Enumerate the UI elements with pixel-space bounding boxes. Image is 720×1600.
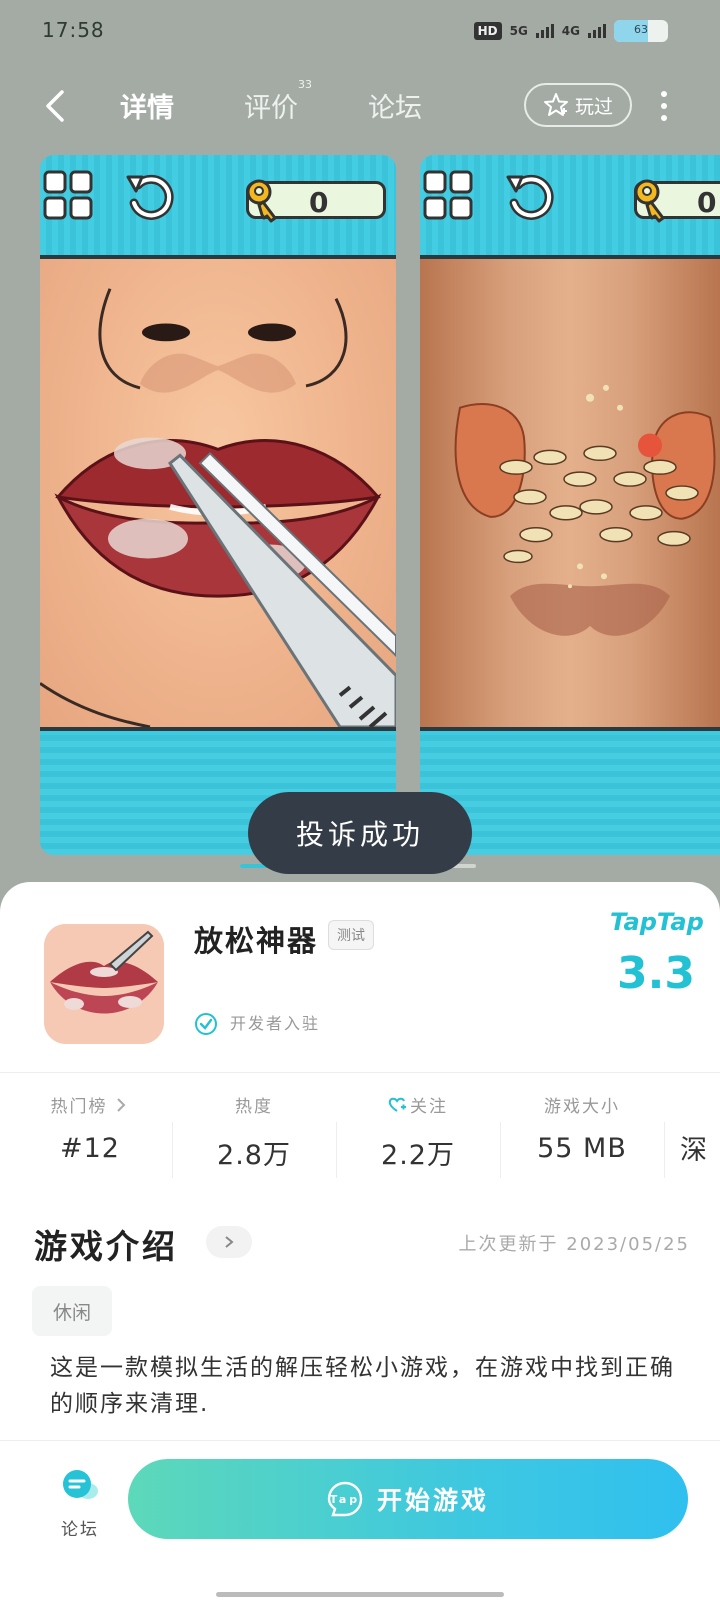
top-nav: 详情 评价 33 论坛 玩过 bbox=[0, 70, 720, 140]
developer-label[interactable]: 开发者入驻 bbox=[230, 1010, 320, 1034]
chevron-left-icon bbox=[46, 90, 64, 122]
stat-ranking[interactable]: 热门榜 #12 bbox=[8, 1092, 172, 1164]
battery-icon: 63 bbox=[614, 20, 668, 42]
chevron-right-icon bbox=[225, 1236, 234, 1248]
stat-value: #12 bbox=[60, 1133, 120, 1164]
last-updated: 上次更新于 2023/05/25 bbox=[458, 1234, 690, 1255]
stat-value: 55 MB bbox=[537, 1133, 627, 1164]
more-dot-icon bbox=[661, 103, 667, 109]
stat-value: 深 bbox=[680, 1135, 708, 1166]
tab-forum[interactable]: 论坛 bbox=[368, 86, 422, 125]
key-icon bbox=[246, 179, 277, 223]
test-badge: 测试 bbox=[328, 920, 374, 950]
lips-app-icon-image bbox=[44, 924, 164, 1044]
key-count: 0 bbox=[309, 186, 329, 219]
battery-level: 63 bbox=[634, 23, 648, 36]
rating-score[interactable]: 3.3 bbox=[617, 948, 695, 999]
nose-scene bbox=[420, 259, 720, 731]
home-indicator bbox=[216, 1592, 504, 1597]
status-bar: 17:58 HD 5G 4G 63 bbox=[0, 0, 720, 64]
intro-title: 游戏介绍 bbox=[34, 1227, 178, 1266]
tap-logo-text: Tap bbox=[330, 1493, 360, 1506]
back-button[interactable] bbox=[38, 86, 72, 126]
played-label: 玩过 bbox=[574, 95, 613, 118]
screenshot-1[interactable]: 0 bbox=[40, 155, 396, 855]
stat-more: 深 bbox=[680, 1092, 720, 1167]
tab-details[interactable]: 详情 bbox=[120, 86, 174, 125]
undo-icon bbox=[506, 174, 554, 220]
app-icon bbox=[44, 924, 164, 1044]
tab-reviews[interactable]: 评价 bbox=[244, 86, 298, 125]
stat-follow[interactable]: 关注 2.2万 bbox=[336, 1092, 500, 1172]
key-counter: 0 bbox=[634, 179, 720, 223]
network-4g-label: 4G bbox=[561, 24, 580, 38]
divider bbox=[0, 1072, 720, 1073]
lips-scene bbox=[40, 259, 396, 731]
bottom-action-bar: 论坛 Tap 开始游戏 bbox=[0, 1440, 720, 1600]
divider bbox=[664, 1122, 665, 1178]
more-dot-icon bbox=[661, 91, 667, 97]
network-5g-label: 5G bbox=[509, 24, 528, 38]
forum-label: 论坛 bbox=[61, 1520, 99, 1540]
undo-icon bbox=[126, 174, 174, 220]
played-button[interactable]: 玩过 bbox=[524, 83, 632, 127]
grid-menu-icon bbox=[43, 170, 93, 220]
stat-value: 2.2万 bbox=[381, 1140, 455, 1171]
genre-tag[interactable]: 休闲 bbox=[32, 1286, 112, 1336]
tap-logo-icon: Tap bbox=[327, 1481, 363, 1517]
stat-label: 热度 bbox=[235, 1097, 273, 1117]
lips-illustration bbox=[40, 288, 396, 727]
game-hud: 0 bbox=[40, 155, 396, 259]
chevron-right-icon bbox=[116, 1097, 125, 1112]
grid-menu-icon bbox=[423, 170, 473, 220]
status-indicators: HD 5G 4G 63 bbox=[473, 20, 668, 42]
verified-check-icon bbox=[195, 1013, 217, 1035]
key-icon bbox=[634, 179, 665, 223]
stat-value: 2.8万 bbox=[217, 1140, 291, 1171]
stats-row: 热门榜 #12 热度 2.8万 关注 2.2万 游戏大小 55 MB 深 bbox=[0, 1092, 720, 1182]
game-hud: 0 bbox=[420, 155, 720, 259]
toast-message: 投诉成功 bbox=[248, 792, 472, 874]
more-dot-icon bbox=[661, 115, 667, 121]
key-counter: 0 bbox=[246, 179, 386, 223]
stat-label: 游戏大小 bbox=[544, 1097, 620, 1117]
taptap-logo: TapTap bbox=[610, 908, 704, 936]
signal-icon bbox=[535, 24, 554, 38]
signal-icon bbox=[588, 24, 606, 38]
forum-button[interactable]: 论坛 bbox=[50, 1467, 110, 1540]
stat-label: 热门榜 bbox=[50, 1097, 108, 1117]
stat-size: 游戏大小 55 MB bbox=[500, 1092, 664, 1164]
start-game-button[interactable]: Tap 开始游戏 bbox=[128, 1459, 688, 1539]
review-count-badge: 33 bbox=[298, 78, 312, 91]
heart-plus-icon bbox=[388, 1097, 406, 1112]
nose-illustration bbox=[454, 384, 716, 636]
hd-badge: HD bbox=[473, 22, 502, 40]
star-plus-icon bbox=[543, 93, 568, 116]
screenshot-2[interactable]: 0 bbox=[420, 155, 720, 855]
start-game-label: 开始游戏 bbox=[376, 1486, 489, 1515]
chat-bubble-icon bbox=[63, 1470, 98, 1499]
key-count: 0 bbox=[697, 186, 717, 219]
status-time: 17:58 bbox=[42, 18, 105, 42]
stat-popularity: 热度 2.8万 bbox=[172, 1092, 336, 1172]
more-options-button[interactable] bbox=[652, 90, 676, 122]
app-name: 放松神器 bbox=[194, 924, 319, 958]
stat-label: 关注 bbox=[410, 1097, 448, 1117]
intro-description: 这是一款模拟生活的解压轻松小游戏，在游戏中找到正确的顺序来清理. bbox=[50, 1355, 675, 1417]
intro-expand-button[interactable] bbox=[206, 1226, 252, 1258]
